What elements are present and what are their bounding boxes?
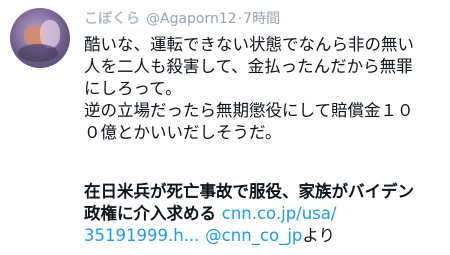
news-headline-line2-row: 政権に介入求める cnn.co.jp/usa/	[84, 203, 444, 225]
news-share: 在日米兵が死亡事故で服役、家族がバイデン 政権に介入求める cnn.co.jp/…	[84, 181, 444, 247]
mention-link[interactable]: @cnn_co_jp	[205, 226, 302, 245]
body-line: ０億とかいいだしそうだ。	[84, 123, 282, 142]
body-line: 酷いな、運転できない状態でなんら非の無い	[84, 35, 414, 54]
user-handle[interactable]: @Agaporn12	[146, 11, 237, 27]
separator-dot: ·	[237, 11, 243, 27]
display-name[interactable]: こぼくら	[84, 11, 140, 27]
timestamp[interactable]: 7時間	[243, 11, 280, 27]
body-line: にしろって。	[84, 79, 182, 98]
body-line: 人を二人も殺害して、金払ったんだから無罪	[84, 57, 413, 76]
source-suffix: より	[302, 226, 336, 245]
news-headline: 在日米兵が死亡事故で服役、家族がバイデン	[84, 182, 414, 201]
news-headline: 政権に介入求める	[84, 204, 216, 223]
avatar-image-part	[18, 44, 58, 62]
news-link-row: 35191999.h... @cnn_co_jpより	[84, 225, 444, 247]
avatar[interactable]	[10, 8, 70, 68]
tweet-header: こぼくら @Agaporn12·7時間	[84, 10, 280, 28]
tweet-body: 酷いな、運転できない状態でなんら非の無い 人を二人も殺害して、金払ったんだから無…	[84, 34, 440, 144]
news-link[interactable]: cnn.co.jp/usa/	[222, 204, 337, 223]
news-link[interactable]: 35191999.h...	[84, 226, 199, 245]
tweet-card[interactable]: こぼくら @Agaporn12·7時間 酷いな、運転できない状態でなんら非の無い …	[0, 0, 450, 255]
body-line: 逆の立場だったら無期懲役にして賠償金１０	[84, 101, 414, 120]
